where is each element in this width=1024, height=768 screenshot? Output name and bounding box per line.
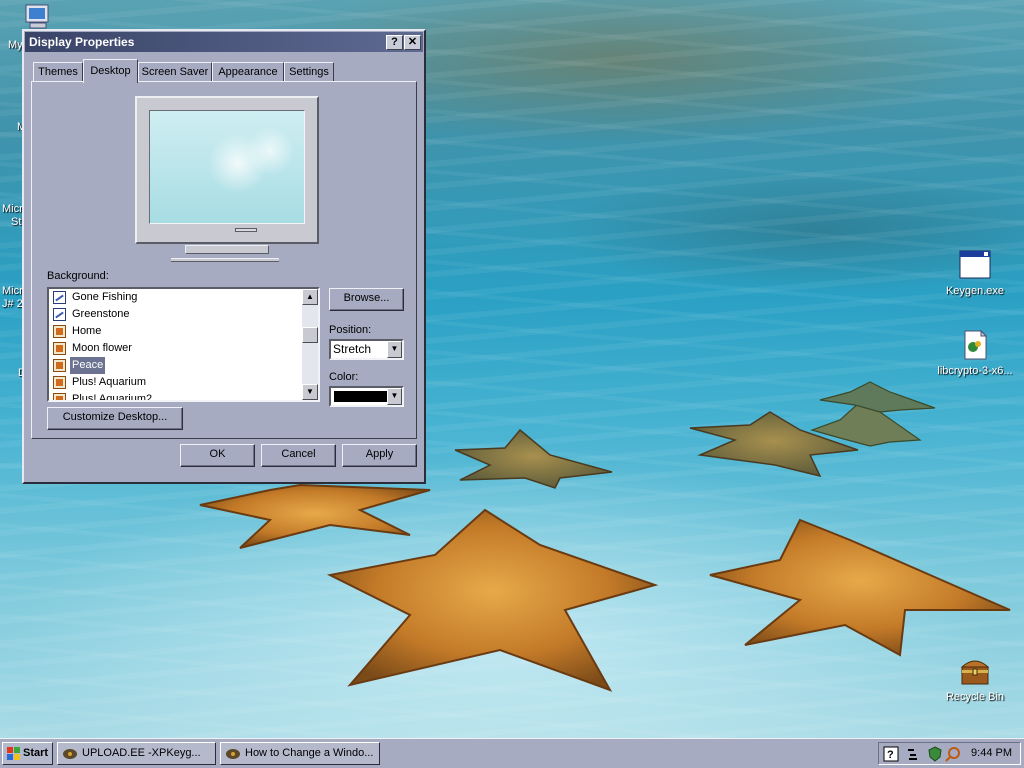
taskbar-item-keygen[interactable]: UPLOAD.EE -XPKeyg...: [57, 742, 216, 765]
system-tray: ? 9:44 PM: [878, 742, 1021, 765]
help-icon[interactable]: ?: [883, 746, 899, 762]
taskbar-item-label: UPLOAD.EE -XPKeyg...: [82, 747, 201, 759]
desktop-edge-label[interactable]: My: [8, 39, 23, 51]
position-select[interactable]: Stretch ▼: [329, 339, 404, 360]
start-button[interactable]: Start: [2, 742, 53, 765]
desktop-icon-recycle-bin[interactable]: Recycle Bin: [935, 655, 1015, 703]
close-button[interactable]: ✕: [404, 35, 421, 50]
windows-logo-icon: [7, 747, 20, 760]
desktop-edge-label[interactable]: J# 2: [2, 298, 23, 310]
scroll-down-icon[interactable]: ▼: [302, 384, 318, 400]
keygen-app-icon: [62, 746, 78, 761]
picture-icon: [53, 359, 66, 372]
window-titlebar[interactable]: Display Properties ? ✕: [25, 32, 423, 52]
browse-button[interactable]: Browse...: [329, 288, 404, 311]
dll-file-icon: [959, 329, 991, 361]
apply-button[interactable]: Apply: [342, 444, 417, 467]
color-swatch: [334, 391, 390, 402]
chevron-down-icon[interactable]: ▼: [387, 388, 402, 405]
listbox-scrollbar[interactable]: ▲ ▼: [302, 289, 318, 400]
help-button[interactable]: ?: [386, 35, 403, 50]
position-label: Position:: [329, 324, 372, 336]
wallpaper-icon: [53, 291, 66, 304]
desktop-icon-label: libcrypto-3-x6...: [937, 365, 1013, 377]
wallpaper-preview-screen: [149, 110, 305, 224]
monitor-stand: [185, 245, 269, 254]
my-computer-icon[interactable]: [22, 4, 54, 30]
scroll-up-icon[interactable]: ▲: [302, 289, 318, 305]
recycle-bin-treasure-chest-icon: [959, 655, 991, 687]
customize-desktop-button[interactable]: Customize Desktop...: [47, 407, 183, 430]
color-label: Color:: [329, 371, 359, 383]
picture-icon: [53, 376, 66, 389]
display-properties-window: Display Properties ? ✕ Themes Desktop Sc…: [22, 29, 426, 484]
taskbar: Start UPLOAD.EE -XPKeyg... How to Change…: [0, 738, 1024, 768]
position-value: Stretch: [333, 342, 372, 356]
browser-page-icon: [225, 746, 241, 761]
desktop-icon-label: Keygen.exe: [945, 285, 1005, 297]
taskbar-item-browser[interactable]: How to Change a Windo...: [220, 742, 380, 765]
tab-themes[interactable]: Themes: [33, 62, 83, 82]
start-label: Start: [23, 747, 49, 759]
desktop-edge-label[interactable]: Micr: [2, 203, 23, 215]
cancel-button[interactable]: Cancel: [261, 444, 336, 467]
desktop-icon-libcrypto[interactable]: libcrypto-3-x6...: [935, 329, 1015, 377]
background-label: Background:: [47, 270, 109, 282]
desktop-edge-label[interactable]: Micr: [2, 285, 23, 297]
desktop-icon-keygen[interactable]: Keygen.exe: [935, 249, 1015, 297]
picture-icon: [53, 325, 66, 338]
color-picker-button[interactable]: ▼: [329, 386, 404, 407]
background-listbox[interactable]: Gone Fishing Greenstone Home Moon flower…: [47, 287, 320, 402]
picture-icon: [53, 342, 66, 355]
desktop-tab-panel: Background: Gone Fishing Greenstone Home…: [31, 81, 417, 439]
search-magnifier-icon[interactable]: [945, 746, 961, 762]
picture-icon: [53, 393, 66, 400]
svg-text:?: ?: [887, 749, 894, 761]
taskbar-item-label: How to Change a Windo...: [245, 747, 374, 759]
tab-screen-saver[interactable]: Screen Saver: [138, 62, 212, 82]
desktop-edge-label[interactable]: St: [11, 216, 21, 228]
clock[interactable]: 9:44 PM: [971, 743, 1012, 764]
tab-settings[interactable]: Settings: [284, 62, 334, 82]
desktop-icon-label: Recycle Bin: [945, 691, 1005, 703]
monitor-power-button: [235, 228, 257, 232]
scroll-thumb[interactable]: [302, 327, 318, 343]
executable-window-icon: [959, 249, 991, 281]
tab-desktop[interactable]: Desktop: [83, 59, 138, 83]
ok-button[interactable]: OK: [180, 444, 255, 467]
tab-appearance[interactable]: Appearance: [212, 62, 284, 82]
window-title: Display Properties: [29, 35, 135, 49]
monitor-base: [171, 258, 279, 262]
security-shield-icon[interactable]: [927, 746, 943, 762]
network-icon[interactable]: [905, 746, 921, 762]
chevron-down-icon[interactable]: ▼: [387, 341, 402, 358]
wallpaper-icon: [53, 308, 66, 321]
monitor-preview: [135, 96, 319, 244]
